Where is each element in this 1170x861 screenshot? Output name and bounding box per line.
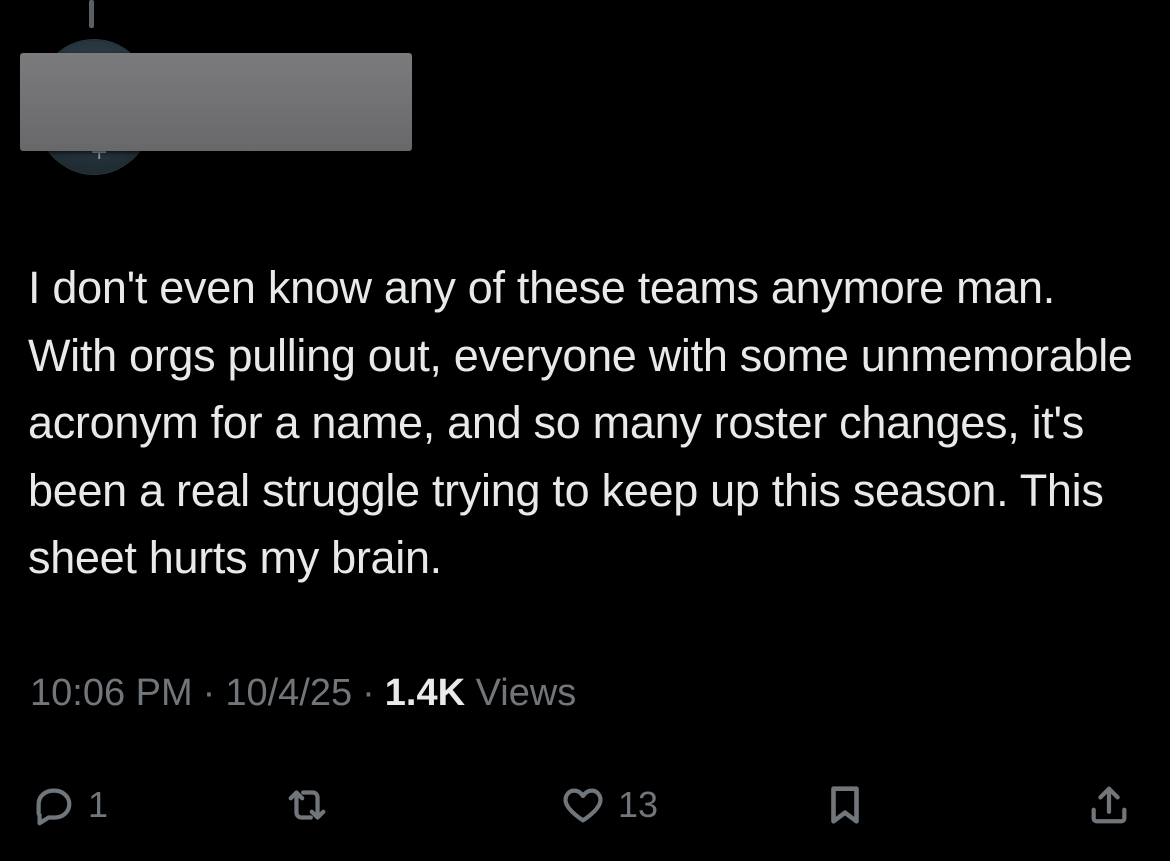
bookmark-button[interactable] xyxy=(822,770,868,840)
tweet-time[interactable]: 10:06 PM xyxy=(30,672,193,714)
bookmark-icon xyxy=(831,786,859,824)
views-count: 1.4K xyxy=(384,672,466,714)
retweet-button[interactable] xyxy=(284,770,330,840)
views-label: Views xyxy=(475,672,577,714)
share-button[interactable] xyxy=(1086,770,1132,840)
tweet-text: I don't even know any of these teams any… xyxy=(28,262,1133,583)
redacted-username-box xyxy=(20,53,412,151)
reply-button[interactable]: 1 xyxy=(30,770,108,840)
reply-count: 1 xyxy=(88,784,109,825)
like-button[interactable]: 13 xyxy=(560,770,658,840)
action-bar: 1 13 xyxy=(0,770,1170,840)
meta-separator: · xyxy=(202,672,216,714)
like-count: 13 xyxy=(618,784,659,825)
share-icon xyxy=(1091,786,1127,824)
heart-icon xyxy=(563,788,603,823)
tweet-meta: 10:06 PM · 10/4/25 · 1.4K Views xyxy=(30,672,576,715)
meta-separator: · xyxy=(362,672,375,714)
retweet-icon xyxy=(288,790,326,820)
reply-icon xyxy=(36,788,72,826)
tweet-date[interactable]: 10/4/25 xyxy=(225,672,352,714)
thread-connector-line xyxy=(89,0,94,28)
